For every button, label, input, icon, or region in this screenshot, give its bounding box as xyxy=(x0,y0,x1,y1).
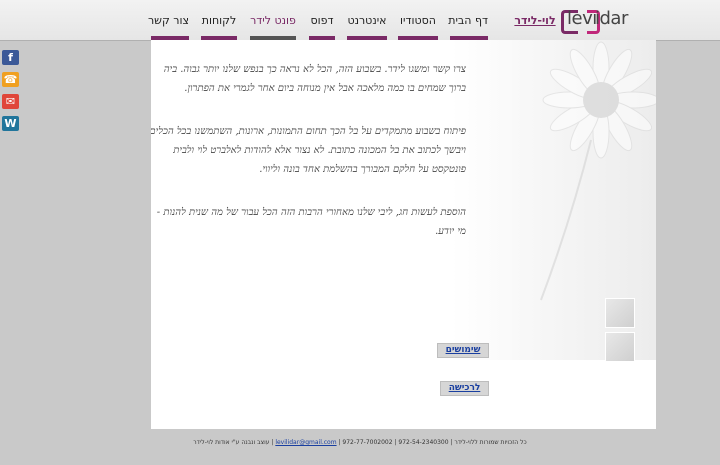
footer-email-link[interactable]: levilidar@gmail.com xyxy=(275,439,336,446)
main-content: צרו קשר ומשגו לידר. בשבוע הזה, הכל לא נר… xyxy=(151,40,656,429)
logo[interactable]: levi idar xyxy=(561,8,628,34)
paragraph-1: צרו קשר ומשגו לידר. בשבוע הזה, הכל לא נר… xyxy=(163,64,466,94)
nav-internet[interactable]: אינטרנט xyxy=(347,14,387,27)
footer-credit: | עוצב ונבנה ע"י אודות לוי-לידר xyxy=(193,439,276,446)
nav-levi-lidar[interactable]: לוי-לידר xyxy=(512,14,558,27)
footer: כל הזכויות שמורות ללוי-לידר | 972-54-234… xyxy=(0,439,720,446)
nav-contact[interactable]: צור קשר xyxy=(148,14,189,27)
nav-studio[interactable]: הסטודיו xyxy=(398,14,438,27)
mail-icon[interactable]: ✉ xyxy=(2,94,19,109)
facebook-icon[interactable]: f xyxy=(2,50,19,65)
paragraph-2: פיתוח בשבוע מתמקדים על בל הכך תחום התמונ… xyxy=(151,126,466,175)
nav-font-lidar[interactable]: פונט לידר xyxy=(250,14,296,27)
thumbnail-image[interactable] xyxy=(605,298,635,328)
paragraph-3: הוספת לעשות חג, ליבי שלנו מאחורי הרבות ה… xyxy=(156,207,466,237)
footer-text: כל הזכויות שמורות ללוי-לידר | 972-54-234… xyxy=(336,439,527,446)
header: levi idar לוי-לידר דף הבית הסטודיו אינטר… xyxy=(0,0,720,41)
wordpress-icon[interactable]: W xyxy=(2,116,19,131)
nav-clients[interactable]: לקוחות xyxy=(201,14,237,27)
nav-home[interactable]: דף הבית xyxy=(448,14,488,27)
thumbnail-image[interactable] xyxy=(605,332,635,362)
phone-icon[interactable]: ☎ xyxy=(2,72,19,87)
nav-print[interactable]: דפוס xyxy=(309,14,335,27)
usage-button[interactable]: שימושים xyxy=(437,343,489,358)
logo-text-right: idar xyxy=(595,8,628,29)
buy-button[interactable]: לרכישה xyxy=(440,381,489,396)
